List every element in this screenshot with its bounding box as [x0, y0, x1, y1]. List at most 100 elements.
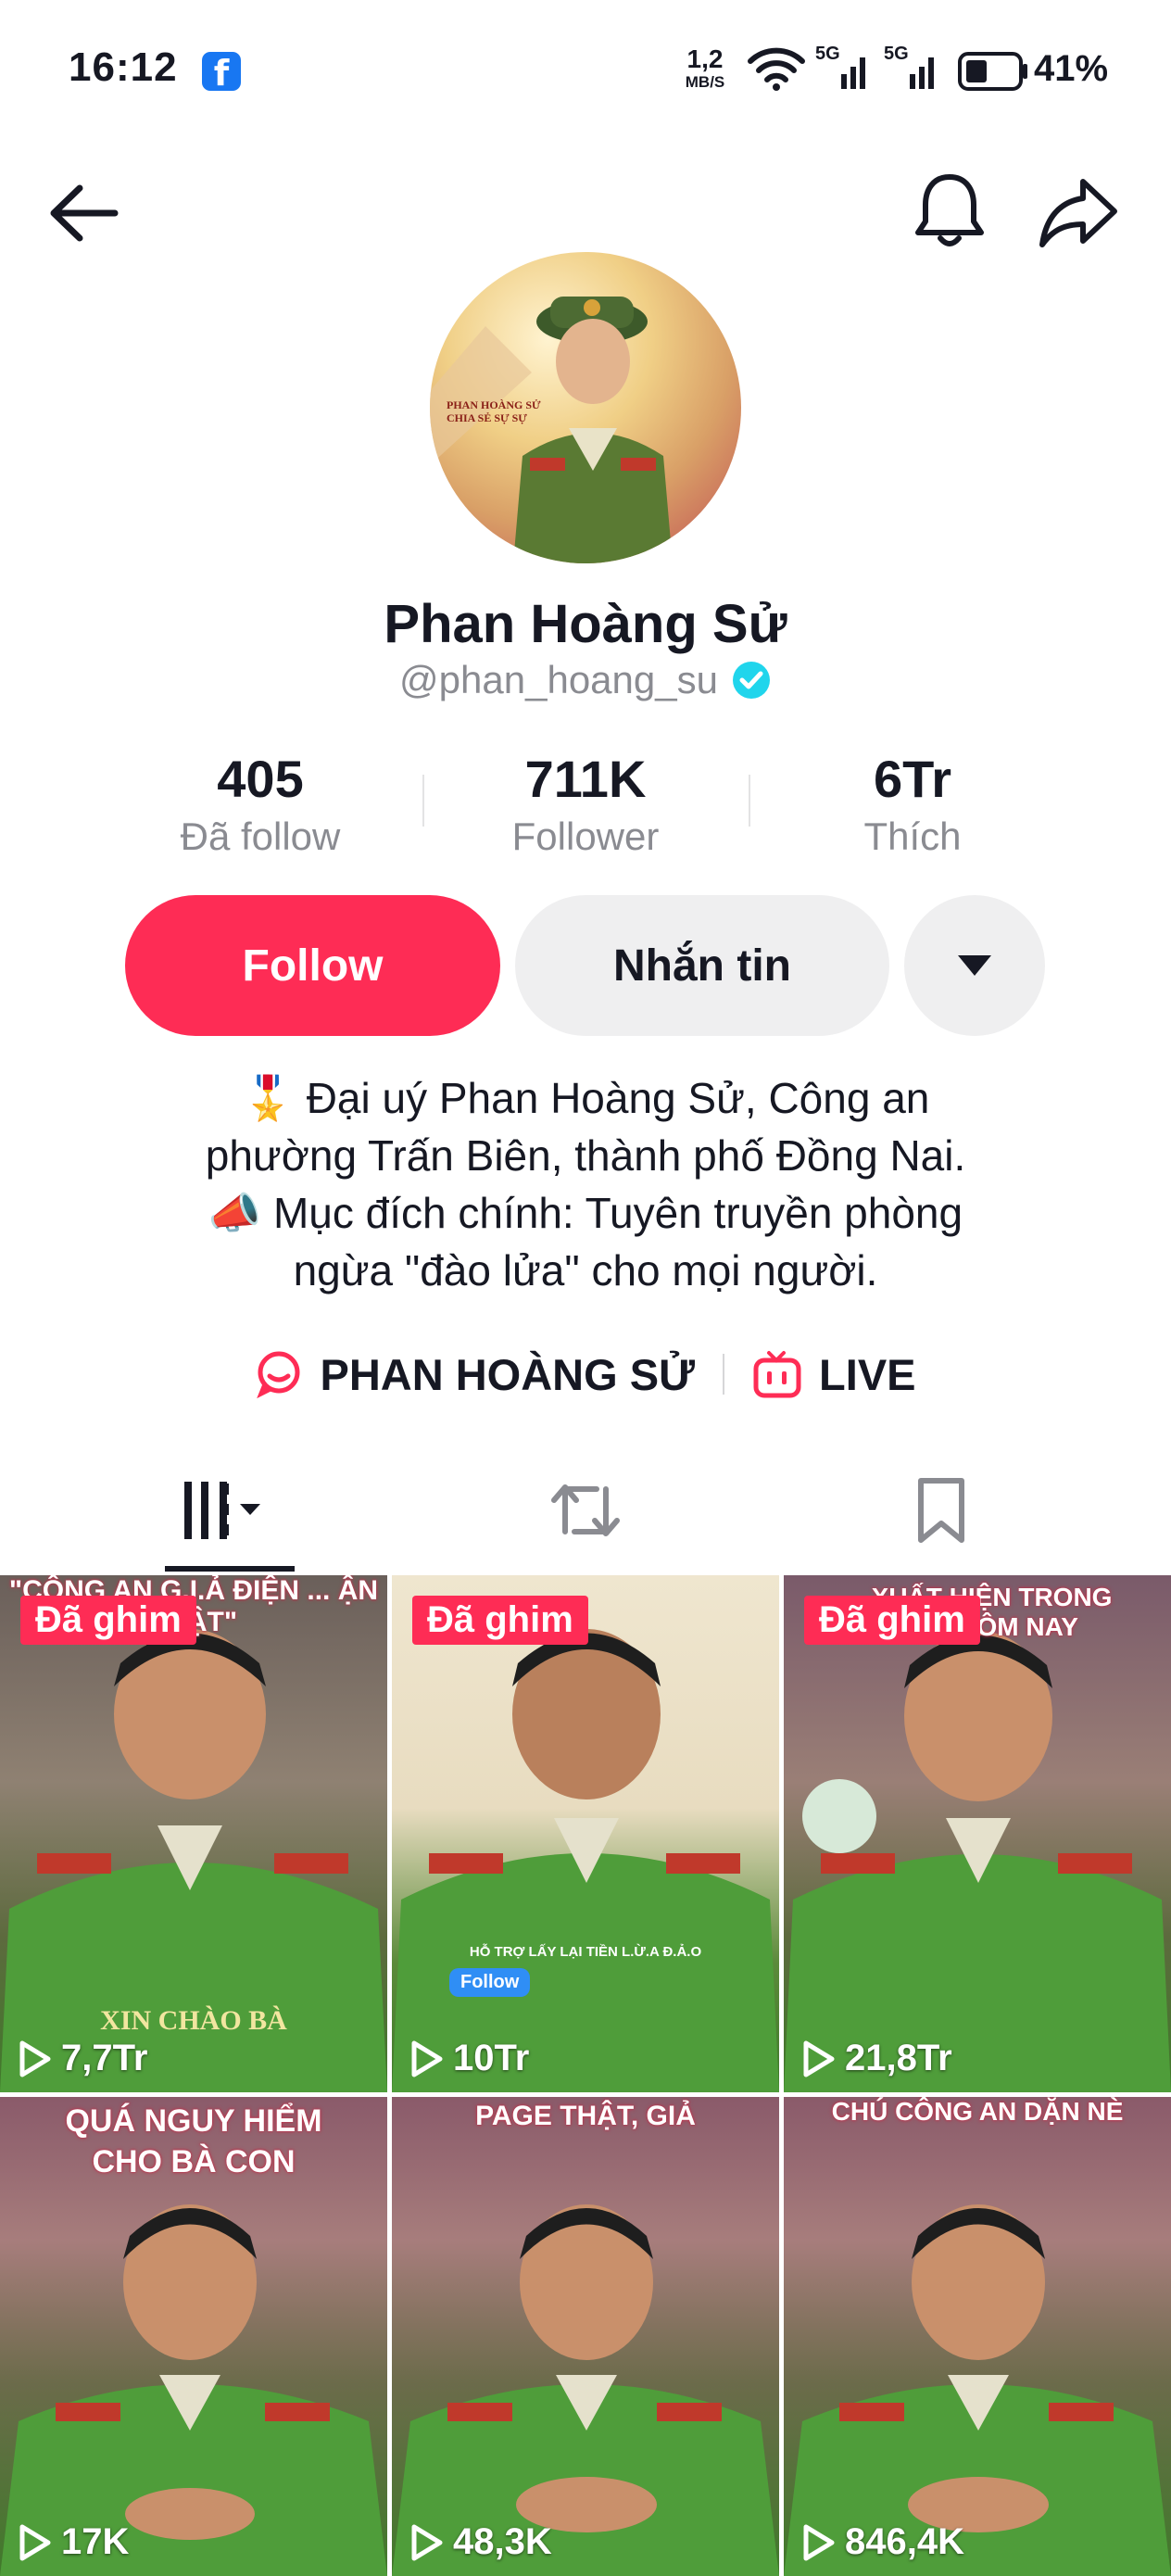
stat-label: Đã follow: [180, 814, 341, 858]
facebook-icon: f: [202, 52, 241, 94]
link-label: LIVE: [819, 1349, 916, 1399]
tab-reposts[interactable]: [511, 1464, 660, 1557]
video-tile[interactable]: PAGE THẬT, GIẢ 48,3K: [392, 2097, 779, 2576]
play-icon: [411, 2524, 443, 2560]
avatar-text: PHAN HOÀNG SỬ CHIA SẺ SỰ SỰ: [447, 398, 541, 425]
bookmark-icon: [918, 1478, 964, 1543]
officer-figure: [784, 1631, 1171, 2092]
tab-saved[interactable]: [867, 1464, 1015, 1557]
tab-active-indicator: [165, 1566, 295, 1572]
video-views: 17K: [19, 2521, 129, 2563]
svg-text:5G: 5G: [884, 44, 909, 64]
video-overlay-text: HỖ TRỢ LẤY LẠI TIỀN L.Ừ.A Đ.Ả.O: [469, 1944, 702, 1960]
video-tile[interactable]: QUÁ NGUY HIỂM CHO BÀ CON 17K: [0, 2097, 387, 2576]
profile-bio: 🎖️ Đại uý Phan Hoàng Sử, Công an phường …: [93, 1069, 1078, 1299]
video-overlay-text: XIN CHÀO BÀ: [100, 2005, 287, 2036]
network-speed-unit: MB/S: [685, 73, 725, 91]
more-options-button[interactable]: [904, 895, 1045, 1036]
stat-divider: [422, 775, 424, 827]
avatar-text-line1: PHAN HOÀNG SỬ: [447, 398, 541, 411]
notification-button[interactable]: [903, 165, 996, 258]
video-views: 10Tr: [410, 2038, 529, 2079]
video-caption: CHÚ CÔNG AN DẶN NÈ: [831, 2097, 1124, 2126]
video-follow-chip: Follow: [449, 1968, 531, 1997]
video-views: 48,3K: [410, 2521, 552, 2563]
bio-line: 📣 Mục đích chính: Tuyên truyền phòng: [208, 1189, 963, 1237]
view-count: 10Tr: [453, 2038, 530, 2078]
stat-label: Thích: [863, 814, 962, 858]
signal-5g-icon: 5G: [884, 44, 934, 89]
video-tile[interactable]: "CÔNG AN G.I.Ả ĐIỆN ... ẬN THẬT" Đã ghim…: [0, 1575, 387, 2092]
battery-icon: [958, 52, 1027, 91]
stat-divider: [749, 775, 750, 827]
video-caption: PAGE THẬT, GIẢ: [475, 2101, 696, 2131]
link-live[interactable]: LIVE: [752, 1349, 916, 1400]
view-count: 17K: [61, 2521, 130, 2562]
video-views: 846,4K: [802, 2521, 964, 2563]
pinned-badge: Đã ghim: [20, 1596, 196, 1645]
view-count: 21,8Tr: [845, 2038, 952, 2078]
play-icon: [803, 2524, 835, 2560]
live-tv-icon: [753, 1351, 801, 1398]
profile-handle: @phan_hoang_su: [399, 658, 718, 701]
stat-followers[interactable]: 711K Follower: [465, 749, 706, 859]
network-speed-value: 1,2: [686, 44, 724, 73]
avatar-text-line2: CHIA SẺ SỰ SỰ: [447, 411, 527, 425]
tab-videos[interactable]: [157, 1464, 306, 1557]
bio-line: phường Trấn Biên, thành phố Đồng Nai.: [205, 1131, 966, 1180]
wifi-icon: [748, 47, 805, 91]
caret-down-icon: [958, 955, 991, 976]
video-caption: QUÁ NGUY HIỂM CHO BÀ CON: [65, 2103, 322, 2179]
profile-links: PHAN HOÀNG SỬ LIVE: [0, 1342, 1171, 1407]
avatar[interactable]: PHAN HOÀNG SỬ CHIA SẺ SỰ SỰ: [430, 252, 741, 563]
link-community[interactable]: PHAN HOÀNG SỬ: [255, 1349, 695, 1400]
back-arrow-icon: [50, 184, 119, 242]
pinned-badge: Đã ghim: [804, 1596, 980, 1645]
stat-value: 405: [217, 750, 304, 808]
signal-5g-icon: 5G: [815, 44, 865, 89]
view-count: 846,4K: [845, 2521, 964, 2562]
network-speed: 1,2 MB/S: [674, 44, 736, 91]
link-label: PHAN HOÀNG SỬ: [320, 1349, 696, 1399]
share-icon: [1039, 179, 1117, 247]
video-views: 7,7Tr: [19, 2038, 147, 2079]
stat-following[interactable]: 405 Đã follow: [140, 749, 381, 859]
play-icon: [411, 2040, 443, 2077]
view-count: 48,3K: [453, 2521, 552, 2562]
back-button[interactable]: [37, 167, 130, 259]
view-count: 7,7Tr: [61, 2038, 148, 2078]
status-bar: 16:12 f 1,2 MB/S 5G 5G 41%: [0, 0, 1171, 139]
battery-percent: 41%: [1034, 48, 1109, 89]
stat-value: 711K: [524, 750, 647, 808]
play-icon: [19, 2524, 51, 2560]
stat-label: Follower: [511, 814, 660, 858]
video-tile[interactable]: Đã ghim HỖ TRỢ LẤY LẠI TIỀN L.Ừ.A Đ.Ả.O …: [392, 1575, 779, 2092]
chat-bubble-icon: [257, 1351, 300, 1398]
profile-name: Phan Hoàng Sử: [384, 594, 787, 654]
follow-button[interactable]: Follow: [125, 895, 500, 1036]
link-separator: [723, 1354, 725, 1395]
bio-line: 🎖️ Đại uý Phan Hoàng Sử, Công an: [241, 1074, 930, 1122]
video-views: 21,8Tr: [802, 2038, 952, 2079]
stat-likes[interactable]: 6Tr Thích: [792, 749, 1033, 859]
svg-text:5G: 5G: [815, 44, 840, 64]
message-button[interactable]: Nhắn tin: [515, 895, 889, 1036]
video-grid: "CÔNG AN G.I.Ả ĐIỆN ... ẬN THẬT" Đã ghim…: [0, 1575, 1171, 2576]
share-button[interactable]: [1032, 167, 1125, 259]
status-time: 16:12: [69, 44, 178, 90]
repost-icon: [551, 1484, 620, 1536]
stat-value: 6Tr: [873, 750, 952, 808]
handle-row: @phan_hoang_su: [0, 658, 1171, 702]
officer-figure: [392, 1629, 779, 2092]
verified-badge-icon: [732, 662, 770, 699]
profile-stats: 405 Đã follow 711K Follower 6Tr Thích: [0, 749, 1171, 860]
bio-line: ngừa "đào lửa" cho mọi người.: [293, 1246, 878, 1294]
play-icon: [19, 2040, 51, 2077]
officer-figure: [784, 2204, 1171, 2576]
pinned-badge: Đã ghim: [412, 1596, 588, 1645]
bell-icon: [915, 174, 984, 246]
video-tile[interactable]: ... XUẤT HIỆN TRONG NGÀY HÔM NAY Đã ghim…: [784, 1575, 1171, 2092]
grid-bars-icon: [184, 1482, 260, 1539]
video-tile[interactable]: CHÚ CÔNG AN DẶN NÈ 846,4K: [784, 2097, 1171, 2576]
officer-figure: [392, 2204, 779, 2576]
